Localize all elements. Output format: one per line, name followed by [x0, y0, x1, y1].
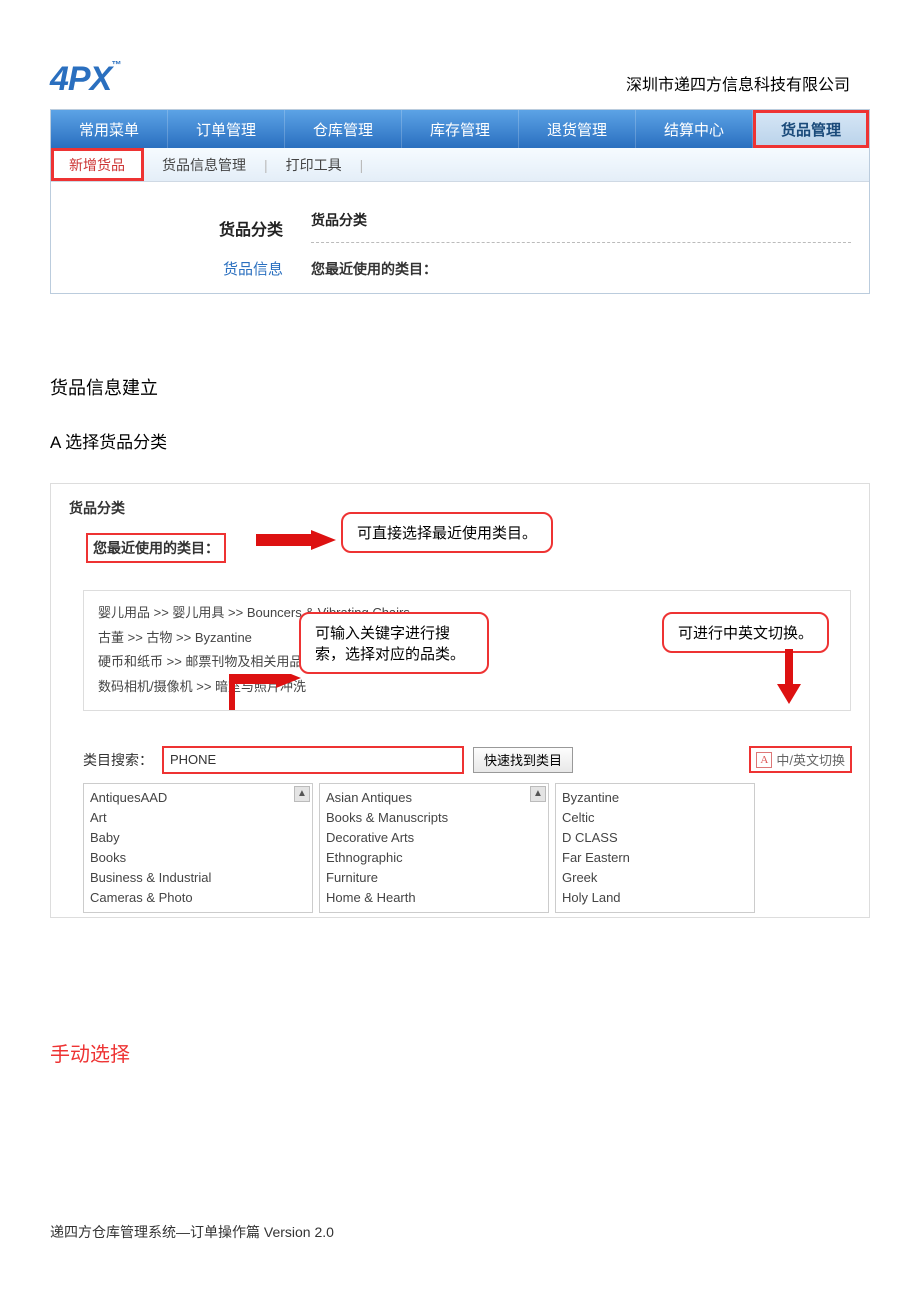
category-option[interactable]: Baby — [90, 828, 306, 848]
nav-order-mgmt[interactable]: 订单管理 — [168, 110, 285, 148]
category-option[interactable]: Business & Industrial — [90, 868, 306, 888]
category-option[interactable]: Linens & Textiles (Pre-1930) — [326, 909, 542, 913]
category-panel: 货品分类 您最近使用的类目： 可直接选择最近使用类目。 婴儿用品 >> 婴儿用具… — [50, 483, 870, 918]
category-search-label: 类目搜索： — [83, 750, 153, 770]
category-listbox-level-1[interactable]: ▲ AntiquesAAD Art Baby Books Business & … — [83, 783, 313, 913]
category-option[interactable]: Greek — [562, 868, 748, 888]
app-frame-1: 常用菜单 订单管理 仓库管理 库存管理 退货管理 结算中心 货品管理 新增货品 … — [50, 109, 870, 294]
category-option[interactable]: Art — [90, 808, 306, 828]
category-option[interactable]: D CLASS — [562, 828, 748, 848]
nav-common-menu[interactable]: 常用菜单 — [51, 110, 168, 148]
nav-inventory-mgmt[interactable]: 库存管理 — [402, 110, 519, 148]
quick-find-category-button[interactable]: 快速找到类目 — [473, 747, 573, 773]
callout-lang: 可进行中英文切换。 — [662, 612, 829, 653]
doc-heading-manual-select: 手动选择 — [50, 1038, 870, 1067]
category-option[interactable]: Books & Manuscripts — [326, 808, 542, 828]
category-listbox-level-3[interactable]: Byzantine Celtic D CLASS Far Eastern Gre… — [555, 783, 755, 913]
sub-navbar: 新增货品 货品信息管理 | 打印工具 | — [51, 148, 869, 182]
category-option[interactable]: Furniture — [326, 868, 542, 888]
category-option[interactable]: Islamic — [562, 909, 748, 913]
sidebar-category-title: 货品分类 — [51, 216, 283, 240]
category-option[interactable]: Decorative Arts — [326, 828, 542, 848]
category-option[interactable]: Byzantine — [562, 788, 748, 808]
subnav-new-goods[interactable]: 新增货品 — [51, 148, 144, 181]
category-option[interactable]: Far Eastern — [562, 848, 748, 868]
category-option[interactable]: Ethnographic — [326, 848, 542, 868]
language-toggle[interactable]: A 中/英文切换 — [750, 747, 851, 772]
doc-heading-goods-setup: 货品信息建立 — [50, 374, 870, 400]
category-option[interactable]: Car , Vehicles & Parts and Accessories — [90, 909, 306, 913]
nav-warehouse-mgmt[interactable]: 仓库管理 — [285, 110, 402, 148]
nav-goods-mgmt[interactable]: 货品管理 — [753, 110, 869, 148]
category-search-input[interactable] — [163, 747, 463, 773]
recent-category-label-box: 您最近使用的类目： — [87, 534, 225, 562]
scroll-up-icon[interactable]: ▲ — [294, 786, 310, 802]
main-navbar: 常用菜单 订单管理 仓库管理 库存管理 退货管理 结算中心 货品管理 — [51, 110, 869, 148]
main-panel-heading: 货品分类 — [311, 210, 851, 243]
scroll-up-icon[interactable]: ▲ — [530, 786, 546, 802]
recent-used-category-label: 您最近使用的类目： — [311, 259, 869, 279]
page-footer: 递四方仓库管理系统—订单操作篇 Version 2.0 — [50, 1222, 334, 1242]
category-option[interactable]: Home & Hearth — [326, 888, 542, 908]
category-option[interactable]: Asian Antiques — [326, 788, 542, 808]
nav-return-mgmt[interactable]: 退货管理 — [519, 110, 636, 148]
category-option[interactable]: Holy Land — [562, 888, 748, 908]
category-option[interactable]: AntiquesAAD — [90, 788, 306, 808]
brand-logo: 4PX™ — [50, 60, 120, 99]
sidebar-goods-info-link[interactable]: 货品信息 — [51, 258, 283, 279]
language-icon: A — [756, 752, 772, 768]
recent-category-item[interactable]: 数码相机/摄像机 >> 暗室与照片冲洗 — [98, 675, 836, 700]
company-name: 深圳市递四方信息科技有限公司 — [626, 71, 850, 99]
callout-search: 可输入关键字进行搜索，选择对应的品类。 — [299, 612, 489, 674]
category-option[interactable]: Books — [90, 848, 306, 868]
category-option[interactable]: Cameras & Photo — [90, 888, 306, 908]
callout-recent: 可直接选择最近使用类目。 — [341, 512, 553, 553]
doc-heading-select-category: A 选择货品分类 — [50, 428, 870, 453]
category-listbox-level-2[interactable]: ▲ Asian Antiques Books & Manuscripts Dec… — [319, 783, 549, 913]
nav-settlement[interactable]: 结算中心 — [636, 110, 753, 148]
language-toggle-label: 中/英文切换 — [776, 750, 845, 769]
subnav-separator-2: | — [360, 157, 364, 173]
subnav-print-tools[interactable]: 打印工具 — [268, 148, 360, 181]
category-option[interactable]: Celtic — [562, 808, 748, 828]
subnav-goods-info-mgmt[interactable]: 货品信息管理 — [144, 148, 264, 181]
